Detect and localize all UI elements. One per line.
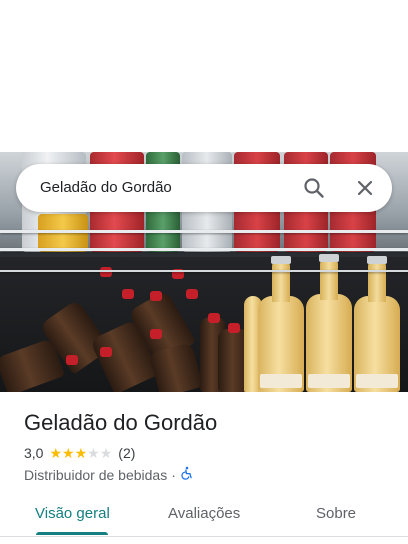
tab-reviews[interactable]: Avaliações [168,505,240,522]
star-filled-icon: ★ [74,445,88,461]
lower-shelf-bottles [0,254,408,392]
search-icon[interactable] [302,176,326,200]
tabs-divider [0,536,408,537]
star-empty-icon: ★ [87,445,100,461]
close-icon[interactable] [353,176,377,200]
separator-dot: · [171,466,176,483]
tab-overview[interactable]: Visão geral [35,505,110,522]
star-empty-icon: ★ [99,445,113,461]
active-tab-indicator [36,532,108,535]
place-title: Geladão do Gordão [24,410,218,435]
rating-value: 3,0 [24,445,44,461]
place-tabs: Visão geral Avaliações Sobre [0,496,408,536]
wheelchair-icon [180,466,194,483]
rating-row[interactable]: 3,0 ★ ★ ★ ★ ★ (2) [24,445,135,461]
star-filled-icon: ★ [62,445,75,461]
category-row: Distribuidor de bebidas · [24,466,194,483]
rating-stars: ★ ★ ★ ★ ★ [49,446,112,460]
place-category: Distribuidor de bebidas [24,466,168,483]
search-bar[interactable]: Geladão do Gordão [16,164,392,212]
star-filled-icon: ★ [49,445,63,461]
search-input[interactable]: Geladão do Gordão [40,179,172,196]
tab-about[interactable]: Sobre [316,505,356,522]
review-count[interactable]: (2) [118,445,135,461]
